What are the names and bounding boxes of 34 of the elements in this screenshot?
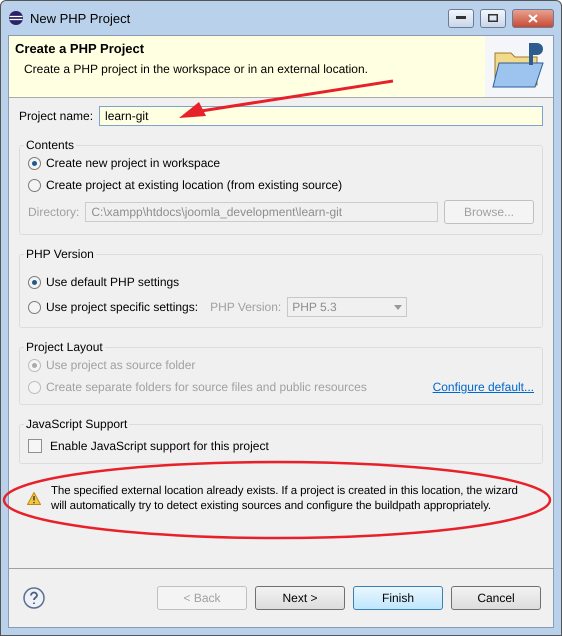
window-title: New PHP Project [30,10,132,26]
field-label: PHP Version: [210,300,282,314]
project-name-field[interactable]: learn-git [99,106,543,126]
group-title: Project Layout [25,340,104,354]
radio-button[interactable] [28,178,41,192]
radio-button[interactable] [28,156,41,170]
close-button[interactable] [512,8,554,28]
page-description: Create a PHP project in the workspace or in an external location. [23,62,369,76]
close-icon [528,14,538,22]
minimize-button[interactable] [448,8,474,28]
group-title: Contents [25,138,76,152]
option-label: Create separate folders for source files and public resources [46,380,367,394]
globe-icon [8,10,24,26]
page-title: Create a PHP Project [15,41,146,56]
dialog-button[interactable]: Finish [353,586,443,610]
option-label: Create new project in workspace [46,156,220,170]
field-label: Directory: [28,205,80,219]
dropdown-arrow-icon [394,304,402,310]
warning-message: The specified external location already exists. If a project is created in this location, the wizard will automatically try to detect existing sources and configure the buildpath appropriately. [51,484,519,514]
maximize-icon [488,14,498,22]
javascript-checkbox[interactable]: Enable JavaScript support for this project [28,439,534,453]
minimize-icon [456,16,466,20]
option-label: Create project at existing location (from existing source) [46,178,342,192]
group-title: JavaScript Support [25,417,128,431]
help-icon[interactable] [23,587,45,609]
option-label: Use default PHP settings [46,275,180,289]
field-label: Project name: [19,109,94,123]
group-title: PHP Version [25,247,95,261]
dialog-button[interactable]: Next > [255,586,345,610]
option-label: Use project as source folder [46,358,196,372]
maximize-button[interactable] [480,8,506,28]
option-label: Use project specific settings: [46,300,198,314]
warning-icon [27,492,41,505]
dialog-button[interactable]: Cancel [451,586,541,610]
